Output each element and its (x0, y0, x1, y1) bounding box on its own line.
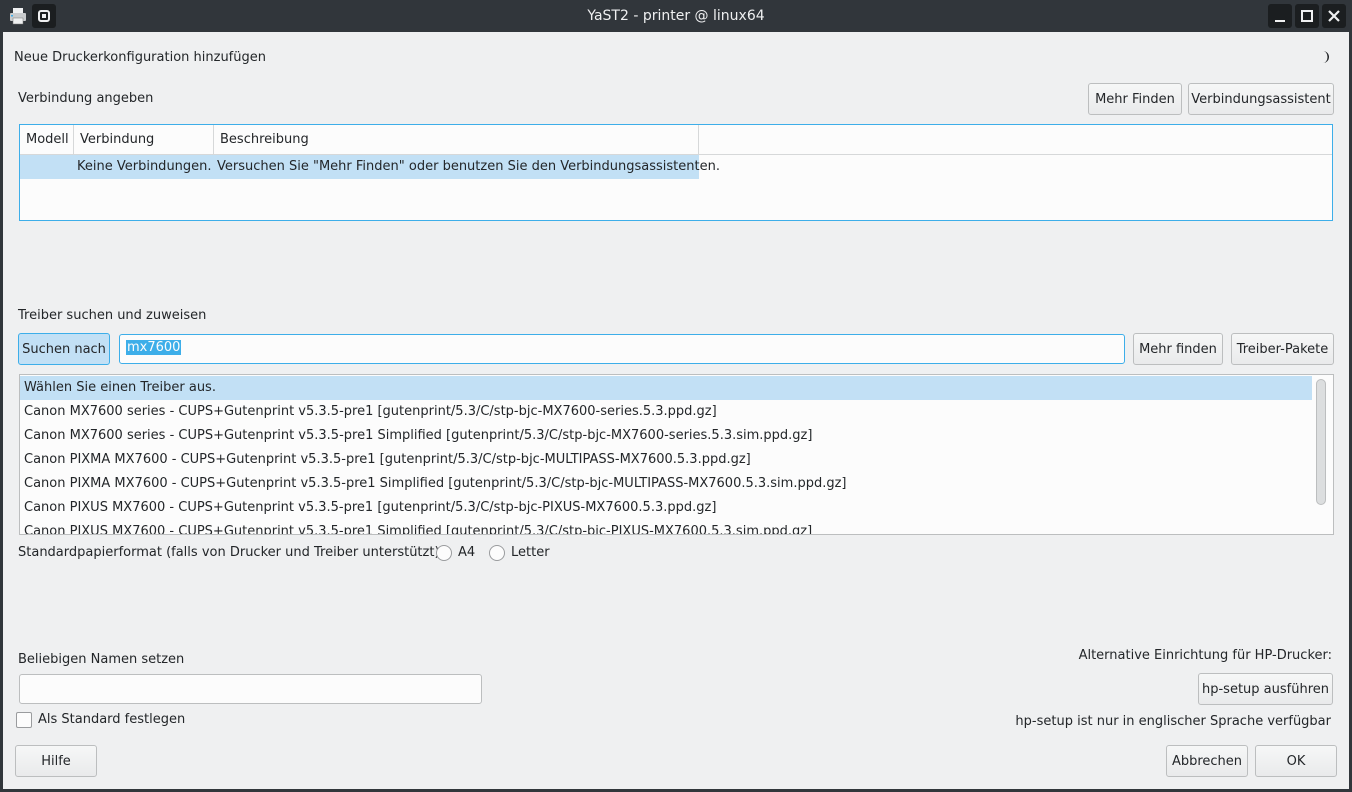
help-button[interactable]: Hilfe (15, 745, 97, 777)
application-window: YaST2 - printer @ linux64 Neue Druckerko… (0, 0, 1352, 792)
list-item[interactable]: Canon MX7600 series - CUPS+Gutenprint v5… (20, 400, 1312, 424)
dialog-content: Neue Druckerkonfiguration hinzufügen Ver… (3, 32, 1349, 789)
table-row[interactable]: Keine Verbindungen. Versuchen Sie "Mehr … (20, 155, 720, 179)
list-item[interactable]: Canon PIXUS MX7600 - CUPS+Gutenprint v5.… (20, 496, 1312, 520)
search-for-button[interactable]: Suchen nach (18, 333, 110, 365)
ok-button[interactable]: OK (1255, 745, 1337, 777)
hp-setup-button[interactable]: hp-setup ausführen (1198, 673, 1333, 705)
radio-a4[interactable] (436, 545, 452, 561)
connection-wizard-button[interactable]: Verbindungsassistent (1188, 83, 1334, 115)
list-item[interactable]: Canon PIXMA MX7600 - CUPS+Gutenprint v5.… (20, 472, 1312, 496)
set-default-checkbox[interactable] (16, 712, 32, 728)
connection-table[interactable]: Modell Verbindung Beschreibung Keine Ver… (19, 124, 1333, 221)
cancel-button[interactable]: Abbrechen (1166, 745, 1248, 777)
hp-setup-note: hp-setup ist nur in englischer Sprache v… (1015, 714, 1331, 729)
cell-description: Versuchen Sie "Mehr Finden" oder benutze… (217, 159, 720, 174)
list-item[interactable]: Wählen Sie einen Treiber aus. (20, 376, 1312, 400)
driver-list[interactable]: Wählen Sie einen Treiber aus. Canon MX76… (19, 374, 1334, 535)
set-default-label[interactable]: Als Standard festlegen (38, 712, 185, 727)
column-header-description[interactable]: Beschreibung (214, 125, 699, 155)
minimize-icon[interactable] (1268, 4, 1292, 28)
cell-connection: Keine Verbindungen. (77, 159, 212, 174)
column-header-connection[interactable]: Verbindung (74, 125, 214, 155)
custom-name-label: Beliebigen Namen setzen (18, 652, 185, 667)
window-title: YaST2 - printer @ linux64 (587, 8, 765, 24)
maximize-icon[interactable] (1295, 4, 1319, 28)
radio-a4-label[interactable]: A4 (458, 545, 475, 560)
connection-section-label: Verbindung angeben (18, 91, 154, 106)
list-item[interactable]: Canon PIXMA MX7600 - CUPS+Gutenprint v5.… (20, 448, 1312, 472)
driver-list-scrollbar[interactable] (1316, 379, 1326, 505)
close-icon[interactable] (1322, 4, 1346, 28)
more-find-driver-button[interactable]: Mehr finden (1133, 333, 1223, 365)
table-header: Modell Verbindung Beschreibung (20, 125, 1332, 155)
driver-search-input[interactable]: mx7600 (119, 334, 1125, 364)
custom-name-input[interactable] (19, 674, 482, 704)
column-header-model[interactable]: Modell (20, 125, 74, 155)
driver-packages-button[interactable]: Treiber-Pakete (1231, 333, 1334, 365)
radio-letter-label[interactable]: Letter (511, 545, 550, 560)
more-find-connection-button[interactable]: Mehr Finden (1088, 83, 1182, 115)
list-item[interactable]: Canon PIXUS MX7600 - CUPS+Gutenprint v5.… (20, 520, 1312, 534)
list-item[interactable]: Canon MX7600 series - CUPS+Gutenprint v5… (20, 424, 1312, 448)
page-title: Neue Druckerkonfiguration hinzufügen (14, 50, 266, 65)
hp-setup-label: Alternative Einrichtung für HP-Drucker: (1078, 648, 1332, 663)
driver-section-label: Treiber suchen und zuweisen (18, 308, 207, 323)
paper-format-label: Standardpapierformat (falls von Drucker … (18, 545, 440, 560)
moon-icon (1323, 51, 1329, 63)
radio-letter[interactable] (489, 545, 505, 561)
search-value: mx7600 (126, 340, 182, 355)
title-bar: YaST2 - printer @ linux64 (0, 0, 1352, 32)
